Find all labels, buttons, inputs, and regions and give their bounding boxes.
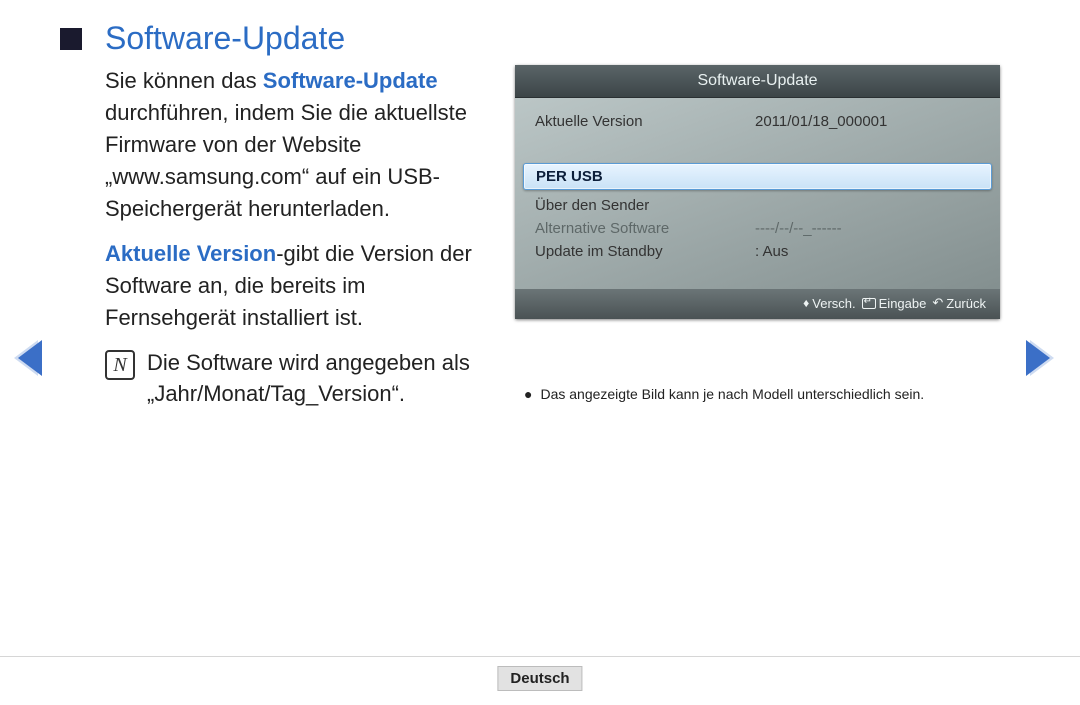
back-icon: ↶ [932,295,943,311]
nav-right-arrow-icon[interactable] [1026,340,1050,376]
menu-item-sender[interactable]: Über den Sender [515,194,1000,217]
image-caption: ● Das angezeigte Bild kann je nach Model… [520,385,1000,404]
version-highlight: Aktuelle Version [105,241,276,266]
caption-bullet-icon: ● [520,385,532,404]
enter-icon [862,298,876,309]
menu-item-standby[interactable]: Update im Standby : Aus [515,240,1000,263]
intro-paragraph: Sie können das Software-Update durchführ… [105,65,500,224]
current-version-value: 2011/01/18_000001 [755,113,980,130]
current-version-row: Aktuelle Version 2011/01/18_000001 [515,110,1000,133]
page-content: Software-Update Sie können das Software-… [0,0,1080,410]
language-badge: Deutsch [497,666,582,691]
right-column: Software-Update Aktuelle Version 2011/01… [520,20,1020,410]
footer-move: ♦ Versch. [803,296,855,311]
intro-highlight: Software-Update [263,68,438,93]
footer-move-label: Versch. [812,296,855,311]
alternative-label: Alternative Software [535,220,755,237]
left-column: Software-Update Sie können das Software-… [0,20,500,410]
tv-panel-footer: ♦ Versch. Eingabe ↶ Zurück [515,289,1000,319]
panel-bottom-gap [515,263,1000,285]
version-paragraph: Aktuelle Version-gibt die Version der So… [105,238,500,334]
panel-gap [515,133,1000,163]
footer-divider [0,656,1080,657]
tv-panel-header: Software-Update [515,65,1000,98]
section-bullet-icon [60,28,82,50]
standby-value: : Aus [755,243,980,260]
tv-panel-body: Aktuelle Version 2011/01/18_000001 PER U… [515,98,1000,289]
note-text: Die Software wird angegeben als „Jahr/Mo… [147,348,500,410]
updown-icon: ♦ [803,297,809,309]
tv-menu-panel: Software-Update Aktuelle Version 2011/01… [515,65,1000,319]
current-version-label: Aktuelle Version [535,113,755,130]
intro-suffix: durchführen, indem Sie die aktuellste Fi… [105,100,467,221]
footer-enter: Eingabe [862,296,927,311]
nav-left-arrow-icon[interactable] [18,340,42,376]
menu-item-alternative[interactable]: Alternative Software ----/--/--_------ [515,217,1000,240]
alternative-value: ----/--/--_------ [755,220,980,237]
caption-text: Das angezeigte Bild kann je nach Modell … [540,385,924,404]
note-row: N Die Software wird angegeben als „Jahr/… [105,348,500,410]
footer-enter-label: Eingabe [879,296,927,311]
footer-back: ↶ Zurück [932,295,986,311]
note-icon: N [105,350,135,380]
standby-label: Update im Standby [535,243,755,260]
page-title: Software-Update [105,20,500,57]
menu-item-per-usb[interactable]: PER USB [523,163,992,190]
footer-back-label: Zurück [946,296,986,311]
intro-prefix: Sie können das [105,68,263,93]
